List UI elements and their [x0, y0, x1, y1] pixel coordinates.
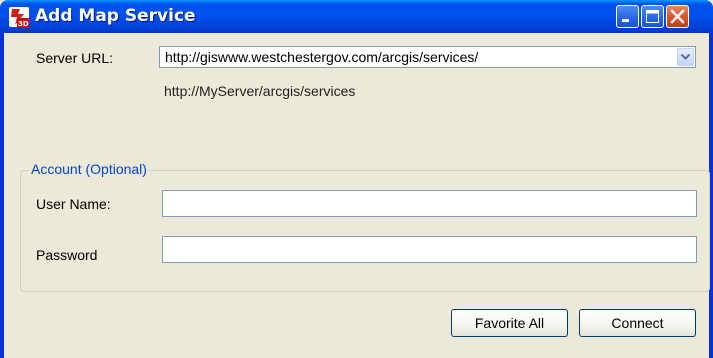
password-input[interactable]	[162, 236, 697, 263]
window-title: Add Map Service	[35, 6, 196, 26]
svg-text:3D: 3D	[18, 20, 29, 27]
account-groupbox-legend: Account (Optional)	[29, 161, 149, 177]
app-3d-icon: 3D	[9, 7, 29, 28]
add-map-service-window: 3D Add Map Service Server URL: http://gi…	[0, 0, 713, 358]
server-url-label: Server URL:	[36, 50, 114, 66]
close-button[interactable]	[666, 5, 689, 28]
favorite-all-button[interactable]: Favorite All	[451, 309, 568, 337]
dropdown-button[interactable]	[677, 48, 694, 66]
username-input[interactable]	[162, 190, 697, 217]
server-url-value[interactable]: http://giswww.westchestergov.com/arcgis/…	[165, 49, 478, 65]
title-bar[interactable]: 3D Add Map Service	[0, 0, 713, 33]
server-url-hint: http://MyServer/arcgis/services	[164, 83, 356, 99]
password-label: Password	[36, 247, 98, 263]
minimize-button[interactable]	[616, 5, 639, 28]
maximize-button[interactable]	[641, 5, 664, 28]
username-label: User Name:	[36, 196, 111, 212]
account-groupbox	[20, 170, 710, 292]
server-url-combobox[interactable]: http://giswww.westchestergov.com/arcgis/…	[159, 46, 696, 68]
connect-button[interactable]: Connect	[579, 309, 696, 337]
